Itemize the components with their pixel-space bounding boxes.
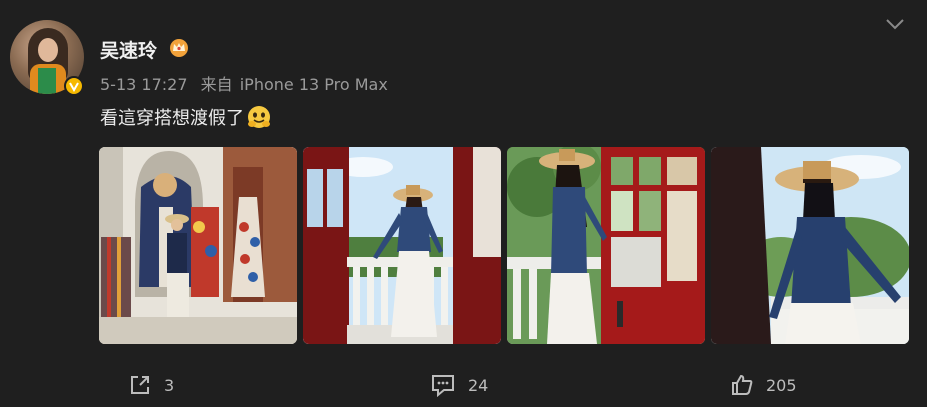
post-photo-4[interactable] — [711, 147, 909, 344]
avatar-dress-detail — [38, 68, 56, 94]
like-button[interactable]: 205 — [730, 373, 797, 397]
verified-badge-icon — [64, 76, 84, 96]
chevron-down-icon[interactable] — [884, 16, 906, 32]
source-prefix: 来自 — [200, 75, 233, 94]
repost-button[interactable]: 3 — [128, 373, 174, 397]
post-text-content: 看這穿搭想渡假了 — [100, 108, 244, 129]
post-time[interactable]: 5-13 17:27 — [100, 75, 188, 94]
thumbs-up-icon — [732, 374, 753, 395]
share-icon — [131, 376, 149, 394]
repost-count: 3 — [164, 375, 175, 395]
username[interactable]: 吴速玲 — [100, 36, 157, 63]
post-photo-1[interactable] — [99, 147, 297, 344]
source-device: iPhone 13 Pro Max — [239, 75, 388, 94]
avatar-face — [38, 38, 58, 62]
comment-button[interactable]: 24 — [430, 373, 488, 397]
comment-count: 24 — [468, 375, 489, 395]
post-photo-2[interactable] — [303, 147, 501, 344]
post-meta: 5-13 17:27 来自 iPhone 13 Pro Max — [100, 71, 396, 95]
post-text: 看這穿搭想渡假了 — [100, 104, 272, 130]
post-photo-3[interactable] — [507, 147, 705, 344]
crown-icon[interactable] — [168, 37, 190, 57]
hugging-face-emoji — [248, 106, 270, 128]
like-count: 205 — [766, 375, 797, 395]
comment-icon — [432, 375, 454, 397]
